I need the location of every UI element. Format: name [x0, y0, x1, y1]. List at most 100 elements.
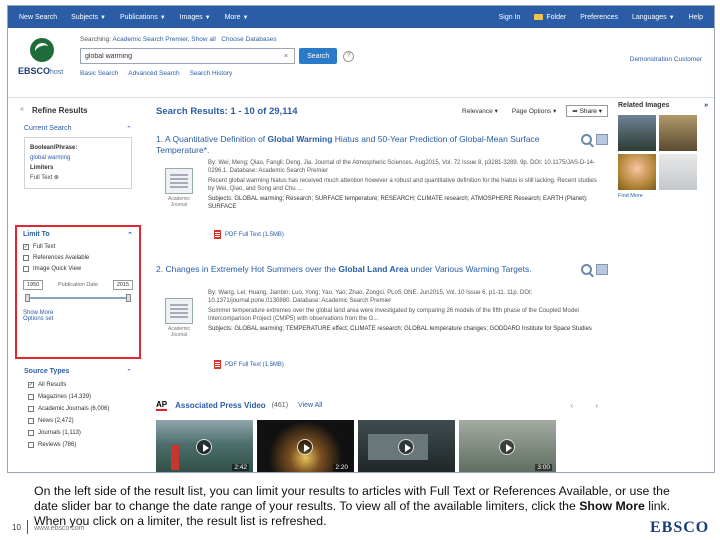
related-image[interactable]	[659, 115, 697, 151]
find-more-link[interactable]: Find More	[618, 193, 714, 199]
nav-more[interactable]: More ▼	[218, 14, 256, 21]
add-to-folder-icon[interactable]	[596, 264, 608, 275]
limiter-full-text[interactable]: ✓ Full Text	[23, 244, 133, 250]
page-options-dropdown[interactable]: Page Options ▾	[512, 107, 556, 115]
limit-to-header[interactable]: Limit To ⌃	[23, 231, 133, 239]
slider-handle-start[interactable]	[25, 294, 30, 302]
nav-new-search[interactable]: New Search	[12, 14, 64, 21]
basic-search-link[interactable]: Basic Search	[80, 70, 118, 77]
checkbox-icon[interactable]	[28, 406, 34, 412]
search-button[interactable]: Search	[299, 48, 338, 64]
pdf-full-text-link[interactable]: PDF Full Text (1.5MB)	[214, 360, 284, 369]
related-image[interactable]	[659, 154, 697, 190]
limiter-image-quick-view[interactable]: Image Quick View	[23, 266, 133, 272]
ap-video-title[interactable]: Associated Press Video	[175, 401, 266, 410]
play-icon[interactable]	[398, 439, 414, 455]
checkbox-icon[interactable]	[28, 442, 34, 448]
video-thumbnail[interactable]: 2:20	[257, 420, 354, 472]
chevron-down-icon: ▼	[159, 14, 166, 21]
collapse-left-icon[interactable]: «	[20, 106, 24, 113]
limiters-value-text: Full Text	[30, 175, 53, 181]
result-number: 1.	[156, 134, 164, 144]
related-image[interactable]	[618, 115, 656, 151]
source-type-item[interactable]: News (2,472)	[20, 418, 136, 424]
preview-magnifier-icon[interactable]	[581, 264, 592, 275]
date-slider[interactable]	[23, 294, 133, 302]
nav-subjects[interactable]: Subjects ▼	[64, 14, 113, 21]
pdf-full-text-link[interactable]: PDF Full Text (1.5MB)	[214, 230, 284, 239]
search-mode-links: Basic Search Advanced Search Search Hist…	[80, 70, 232, 77]
footer-url: www.ebsco.com	[34, 525, 85, 532]
nav-images[interactable]: Images ▼	[173, 14, 218, 21]
search-history-link[interactable]: Search History	[190, 70, 233, 77]
searching-line: Searching: Academic Search Premier, Show…	[80, 36, 277, 43]
limiter-references-available[interactable]: References Available	[23, 255, 133, 261]
source-type-item[interactable]: Magazines (14,339)	[20, 394, 136, 400]
nav-sign-in[interactable]: Sign In	[492, 14, 528, 21]
result-title[interactable]: 2. Changes in Extremely Hot Summers over…	[156, 264, 541, 275]
share-icon: ➦	[572, 108, 578, 115]
result-subjects[interactable]: Subjects: GLOBAL warming; Research; SURF…	[208, 195, 603, 211]
carousel-nav-icons[interactable]: ‹ ›	[570, 401, 608, 410]
nav-languages[interactable]: Languages ▼	[625, 14, 682, 21]
source-type-item[interactable]: Journals (1,113)	[20, 430, 136, 436]
result-subjects[interactable]: Subjects: GLOBAL warming; TEMPERATURE ef…	[208, 325, 603, 333]
show-all-link[interactable]: Show all	[191, 36, 216, 43]
source-type-item[interactable]: Reviews (786)	[20, 442, 136, 448]
checkbox-icon[interactable]	[28, 418, 34, 424]
pdf-label: PDF Full Text (1.5MB)	[225, 361, 284, 368]
video-thumbnail[interactable]: 2:42	[156, 420, 253, 472]
searching-database: Academic Search Premier	[112, 36, 188, 43]
checkbox-icon[interactable]	[28, 430, 34, 436]
slider-handle-end[interactable]	[126, 294, 131, 302]
publication-date-label: Publication Date	[57, 282, 99, 288]
related-image[interactable]	[618, 154, 656, 190]
checkbox-icon[interactable]	[23, 255, 29, 261]
source-types-header[interactable]: Source Types ⌃	[20, 368, 136, 376]
remove-limiter-icon[interactable]: ⊗	[54, 175, 59, 181]
refine-results-column: « Refine Results Current Search ⌃ Boolea…	[20, 102, 136, 189]
title-post: under Various Warming Targets.	[408, 264, 532, 274]
boolean-phrase-value[interactable]: global warming	[30, 153, 126, 163]
checkbox-icon[interactable]	[23, 266, 29, 272]
date-to-input[interactable]: 2015	[113, 280, 133, 290]
checkbox-icon[interactable]	[28, 394, 34, 400]
preview-magnifier-icon[interactable]	[581, 134, 592, 145]
video-thumbnail[interactable]	[358, 420, 455, 472]
source-type-item[interactable]: Academic Journals (6,006)	[20, 406, 136, 412]
video-thumbnail[interactable]: 3:00	[459, 420, 556, 472]
pdf-label: PDF Full Text (1.5MB)	[225, 231, 284, 238]
checkbox-checked-icon[interactable]: ✓	[23, 244, 29, 250]
limit-to-title: Limit To	[23, 231, 50, 238]
collapse-right-icon[interactable]: »	[704, 102, 708, 109]
add-to-folder-icon[interactable]	[596, 134, 608, 145]
search-row: × Search ?	[80, 48, 355, 64]
caption-text: On the left side of the result list, you…	[34, 484, 670, 513]
nav-publications[interactable]: Publications ▼	[113, 14, 173, 21]
source-type-item[interactable]: ✓ All Results	[20, 382, 136, 388]
current-search-header[interactable]: Current Search ⌃	[20, 125, 136, 133]
advanced-search-link[interactable]: Advanced Search	[128, 70, 179, 77]
chevron-up-icon: ⌃	[126, 369, 132, 376]
nav-folder[interactable]: Folder	[527, 14, 573, 21]
ap-view-all-link[interactable]: View All	[298, 402, 322, 409]
help-icon[interactable]: ?	[343, 50, 355, 62]
logo-suffix: host	[50, 69, 64, 76]
choose-databases-link[interactable]: Choose Databases	[221, 36, 276, 43]
share-button[interactable]: ➦ Share ▾	[566, 105, 608, 117]
date-from-input[interactable]: 1950	[23, 280, 43, 290]
ebsco-host-logo[interactable]: EBSCOhost	[18, 38, 70, 76]
play-icon[interactable]	[297, 439, 313, 455]
chevron-down-icon: ▼	[204, 14, 211, 21]
options-set-link[interactable]: Options set	[23, 316, 133, 322]
search-input[interactable]	[80, 48, 295, 64]
checkbox-checked-icon[interactable]: ✓	[28, 382, 34, 388]
clear-icon[interactable]: ×	[284, 53, 288, 60]
nav-preferences[interactable]: Preferences	[573, 14, 625, 21]
title-pre: A Quantitative Definition of	[165, 134, 268, 144]
play-icon[interactable]	[499, 439, 515, 455]
play-icon[interactable]	[196, 439, 212, 455]
nav-help[interactable]: Help	[682, 14, 710, 21]
result-title[interactable]: 1. A Quantitative Definition of Global W…	[156, 134, 541, 156]
relevance-sort-dropdown[interactable]: Relevance ▾	[462, 107, 498, 115]
